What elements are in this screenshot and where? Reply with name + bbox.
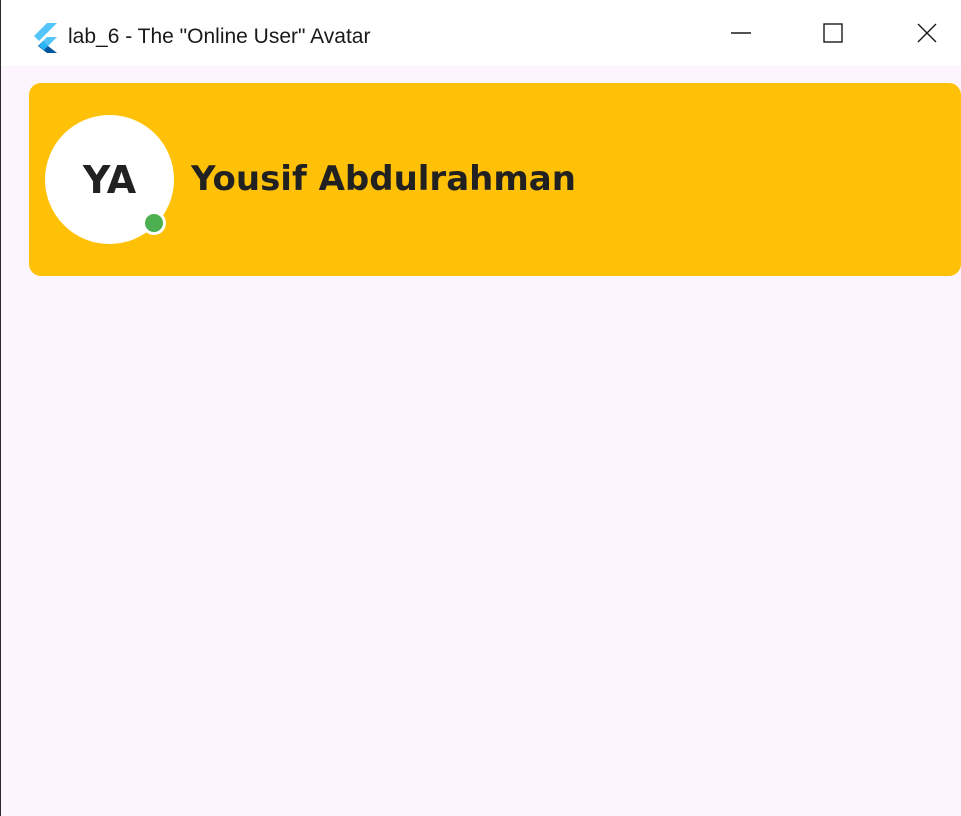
- user-card[interactable]: YA Yousif Abdulrahman: [29, 83, 961, 276]
- close-icon: [917, 23, 937, 43]
- app-window: lab_6 - The "Online User" Avatar YA Yous…: [0, 0, 961, 816]
- maximize-icon: [823, 23, 843, 43]
- maximize-button[interactable]: [787, 0, 879, 66]
- window-title: lab_6 - The "Online User" Avatar: [68, 25, 371, 48]
- minimize-button[interactable]: [695, 0, 787, 66]
- close-button[interactable]: [881, 0, 961, 66]
- flutter-icon: [34, 23, 57, 53]
- app-content: YA Yousif Abdulrahman: [1, 66, 961, 816]
- minimize-icon: [731, 32, 751, 34]
- title-bar[interactable]: lab_6 - The "Online User" Avatar: [1, 0, 961, 66]
- user-name: Yousif Abdulrahman: [191, 159, 576, 199]
- avatar-initials: YA: [82, 157, 137, 202]
- online-status-indicator: [142, 211, 166, 235]
